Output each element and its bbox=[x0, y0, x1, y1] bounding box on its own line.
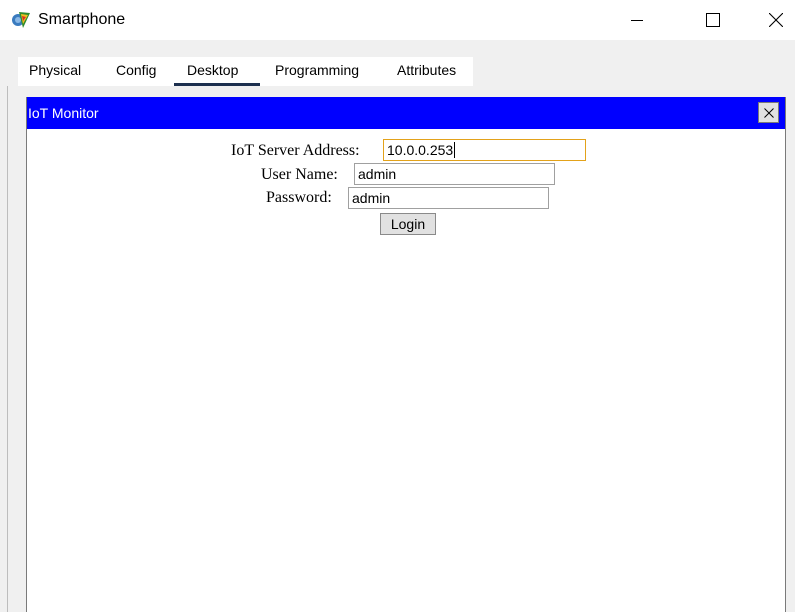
window-title: Smartphone bbox=[38, 11, 126, 28]
username-input[interactable]: admin bbox=[354, 163, 555, 185]
iot-monitor-header: IoT Monitor bbox=[27, 97, 785, 129]
password-input[interactable]: admin bbox=[348, 187, 549, 209]
iot-monitor-window: IoT Monitor IoT Server Address: 10.0.0.2… bbox=[26, 97, 786, 612]
close-window-button[interactable] bbox=[753, 0, 795, 40]
server-address-value: 10.0.0.253 bbox=[387, 142, 454, 158]
iot-monitor-close-button[interactable] bbox=[758, 102, 779, 123]
username-value: admin bbox=[358, 166, 397, 182]
minimize-button[interactable] bbox=[614, 0, 660, 40]
tab-strip: Physical Config Desktop Programming Attr… bbox=[18, 57, 473, 86]
iot-monitor-title: IoT Monitor bbox=[28, 105, 99, 121]
maximize-button[interactable] bbox=[690, 0, 736, 40]
maximize-icon bbox=[706, 13, 720, 27]
server-address-input[interactable]: 10.0.0.253 bbox=[383, 139, 586, 161]
username-label: User Name: bbox=[261, 166, 338, 183]
close-icon bbox=[763, 107, 774, 118]
tab-desktop[interactable]: Desktop bbox=[187, 57, 238, 86]
close-icon bbox=[769, 13, 783, 27]
password-label: Password: bbox=[266, 189, 332, 206]
text-caret bbox=[454, 142, 456, 158]
packet-tracer-app-icon bbox=[12, 12, 30, 28]
login-button[interactable]: Login bbox=[380, 213, 436, 235]
server-address-label: IoT Server Address: bbox=[231, 142, 360, 159]
minimize-icon bbox=[631, 20, 643, 21]
tab-attributes[interactable]: Attributes bbox=[397, 57, 456, 86]
tab-physical[interactable]: Physical bbox=[29, 57, 81, 86]
password-value: admin bbox=[352, 190, 391, 206]
tab-config[interactable]: Config bbox=[116, 57, 156, 86]
window-titlebar: Smartphone bbox=[0, 0, 795, 40]
tab-programming[interactable]: Programming bbox=[275, 57, 359, 86]
